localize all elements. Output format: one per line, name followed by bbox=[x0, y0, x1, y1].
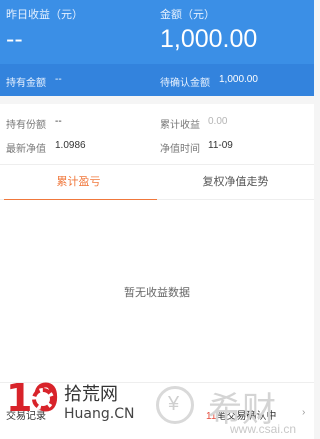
empty-state-text: 暂无收益数据 bbox=[124, 287, 190, 299]
latest-nav-value: 1.0986 bbox=[55, 140, 86, 151]
watermark-left-domain: Huang.CN bbox=[64, 406, 135, 422]
shares-label: 持有份额 bbox=[6, 120, 46, 131]
nav-time-label: 净值时间 bbox=[160, 144, 200, 155]
tab-cumulative-pnl[interactable]: 累计盈亏 bbox=[0, 165, 157, 201]
fund-info-panel: 持有份额 -- 累计收益 0.00 最新净值 1.0986 净值时间 11-09 bbox=[0, 104, 314, 164]
cumulative-income-label: 累计收益 bbox=[160, 120, 200, 131]
chart-content-area: 暂无收益数据 bbox=[0, 200, 314, 382]
nav-time-value: 11-09 bbox=[208, 140, 233, 151]
latest-nav-label: 最新净值 bbox=[6, 144, 46, 155]
amount-value: 1,000.00 bbox=[160, 25, 258, 53]
tab-adjusted-nav-trend[interactable]: 复权净值走势 bbox=[157, 165, 314, 200]
pending-amount-value: 1,000.00 bbox=[219, 74, 258, 85]
gear-icon bbox=[32, 388, 54, 410]
watermark-logo-left: 10 拾荒网 Huang.CN bbox=[6, 376, 136, 432]
holding-bar: 持有金额 -- 待确认金额 1,000.00 bbox=[0, 64, 314, 96]
amount-label: 金额（元） bbox=[160, 9, 215, 21]
asset-summary-header: 昨日收益（元） -- 金额（元） 1,000.00 持有金额 -- 待确认金额 … bbox=[0, 0, 314, 96]
watermark-logo-right: 希财 www.csai.cn bbox=[150, 378, 314, 438]
watermark-right-url: www.csai.cn bbox=[230, 422, 297, 436]
yesterday-income-value: -- bbox=[6, 25, 23, 53]
yesterday-income-label: 昨日收益（元） bbox=[6, 9, 83, 21]
cumulative-income-value: 0.00 bbox=[208, 116, 228, 127]
holding-amount-label: 持有金额 bbox=[6, 78, 46, 89]
yen-icon bbox=[156, 386, 194, 424]
pending-amount-label: 待确认金额 bbox=[160, 78, 210, 89]
watermark-left-title: 拾荒网 bbox=[64, 384, 118, 405]
chart-tabs: 累计盈亏 复权净值走势 bbox=[0, 164, 314, 201]
shares-value: -- bbox=[55, 116, 62, 127]
holding-amount-value: -- bbox=[55, 74, 62, 85]
